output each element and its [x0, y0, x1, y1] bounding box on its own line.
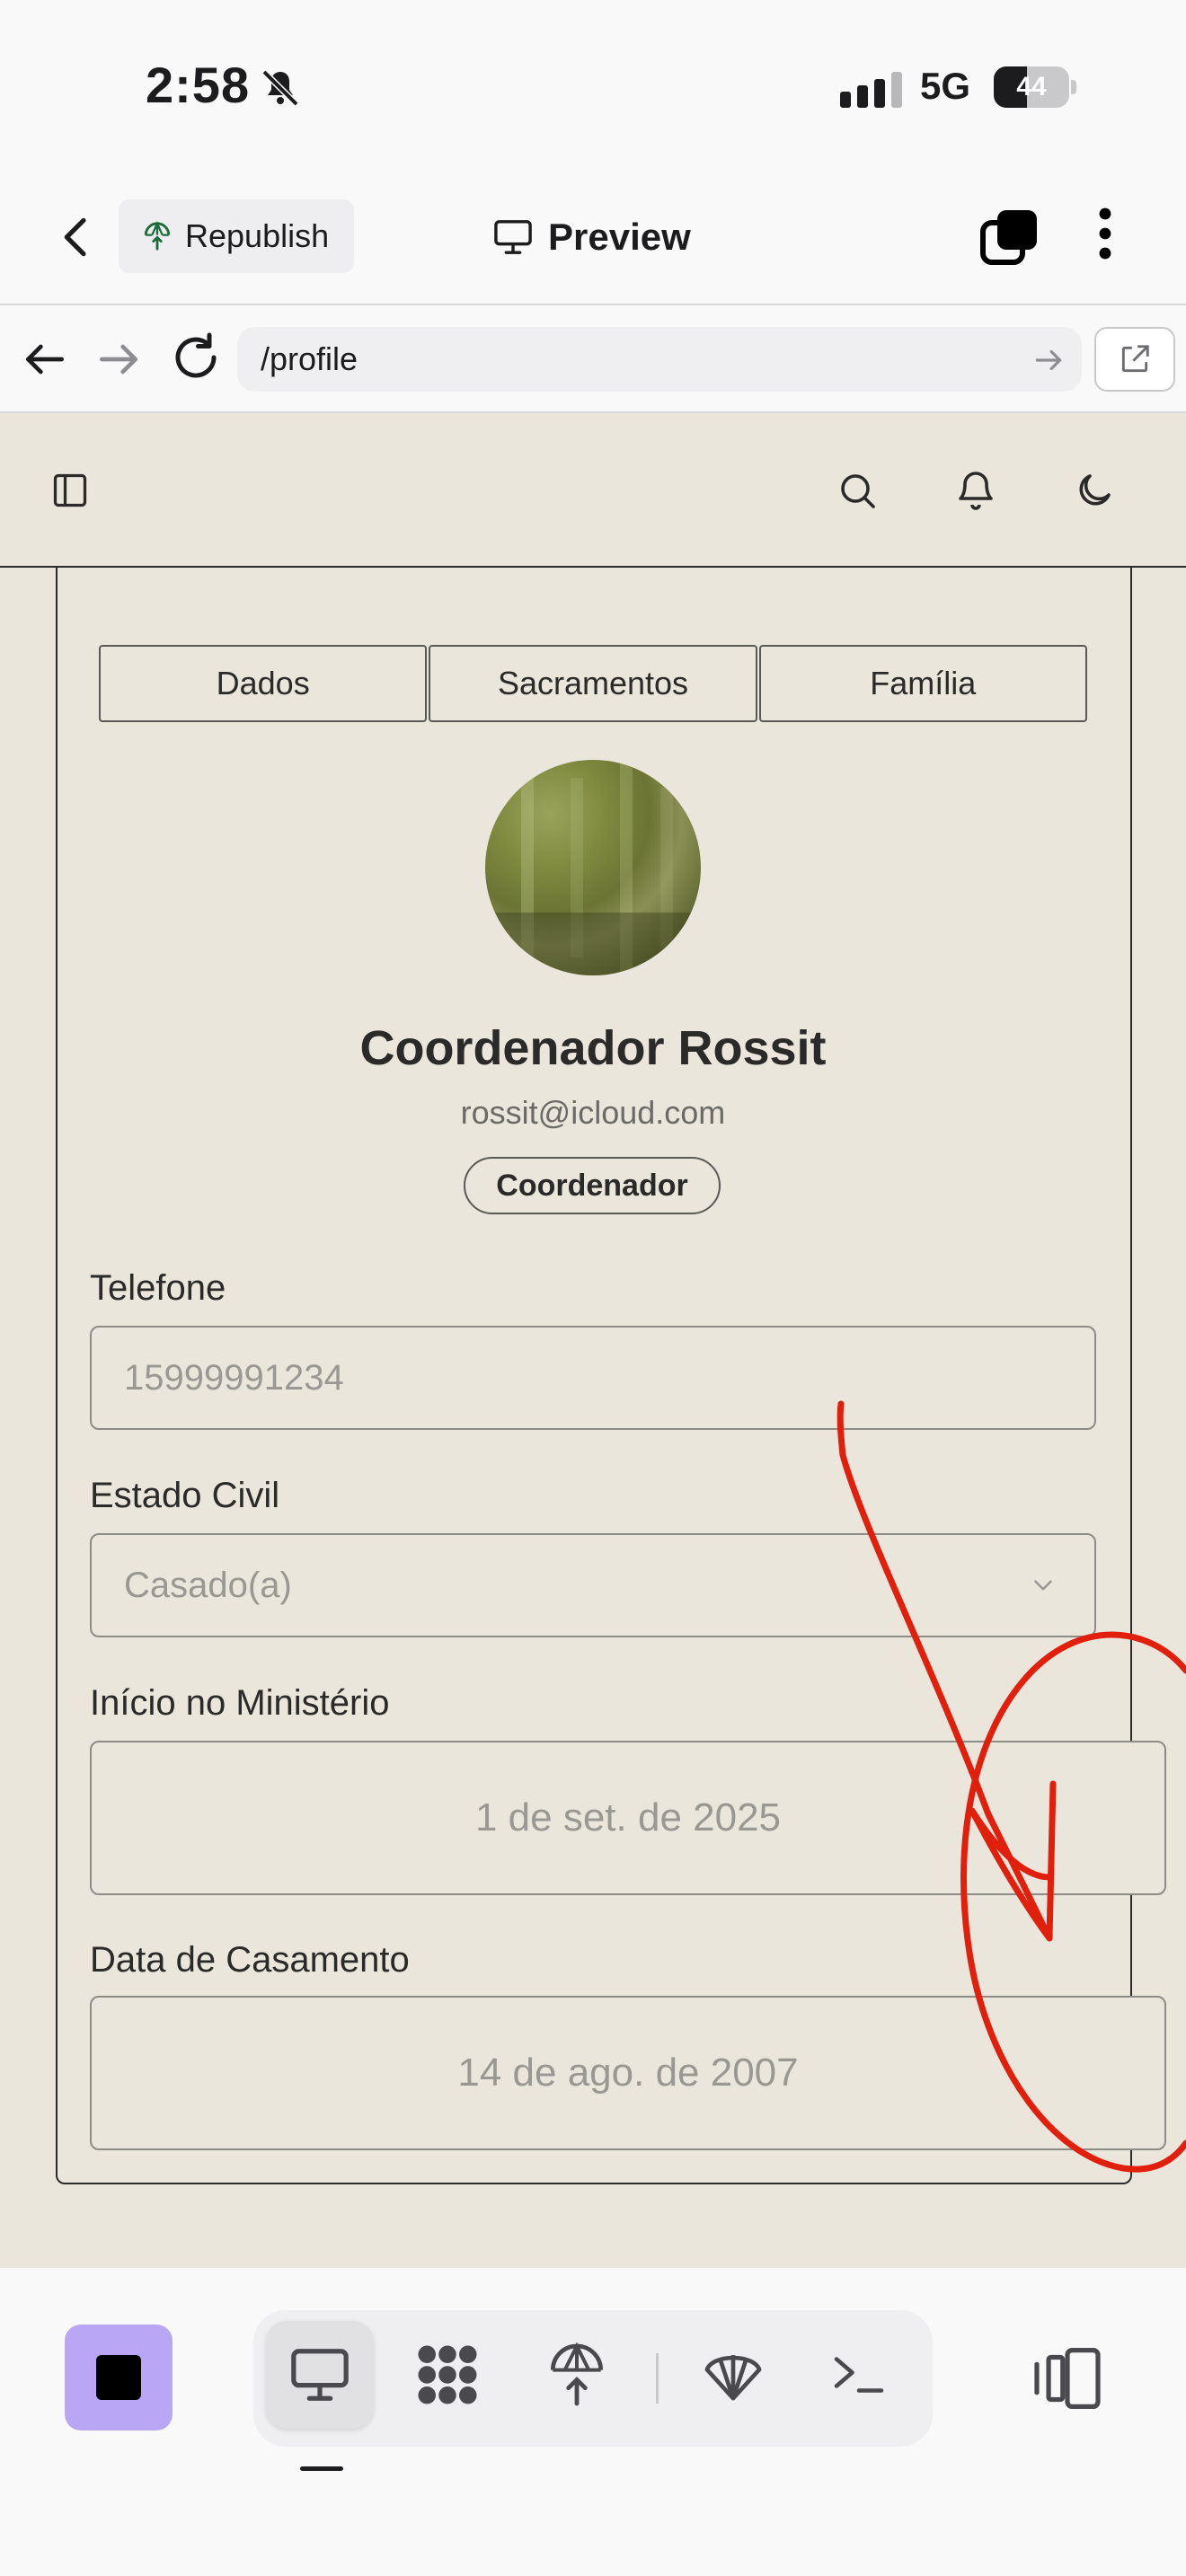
moon-icon[interactable] [1073, 469, 1116, 512]
bell-icon[interactable] [954, 467, 997, 512]
search-icon[interactable] [836, 469, 879, 512]
profile-tabs: Dados Sacramentos Família [99, 645, 1087, 722]
devices-icon[interactable] [1031, 2348, 1103, 2409]
tab-dados[interactable]: Dados [99, 645, 428, 722]
signal-icon [840, 72, 902, 108]
republish-icon [144, 221, 171, 251]
phone-value: 15999991234 [124, 1357, 344, 1398]
civil-status-value: Casado(a) [124, 1565, 292, 1605]
grid-icon [418, 2345, 477, 2404]
deploy-tool-button[interactable] [523, 2321, 631, 2429]
phone-field[interactable]: 15999991234 [90, 1326, 1096, 1430]
divider [0, 304, 1186, 305]
stop-button[interactable] [65, 2325, 173, 2430]
avatar[interactable] [485, 760, 701, 975]
stop-icon [96, 2355, 141, 2400]
url-text: /profile [261, 340, 358, 377]
profile-name: Coordenador Rossit [359, 1021, 827, 1075]
back-icon[interactable] [52, 212, 102, 262]
terminal-icon [834, 2357, 884, 2393]
active-tool-indicator [300, 2466, 343, 2471]
profile-email: rossit@icloud.com [460, 1094, 726, 1131]
civil-status-select[interactable]: Casado(a) [90, 1533, 1096, 1637]
phone-label: Telefone [90, 1268, 226, 1308]
apps-tool-button[interactable] [394, 2321, 501, 2429]
ministry-start-label: Início no Ministério [90, 1683, 390, 1723]
shell-icon [704, 2355, 762, 2401]
role-badge: Coordenador [464, 1157, 721, 1214]
desktop-icon [494, 220, 532, 254]
bell-muted-icon [261, 69, 299, 107]
arrow-left-icon[interactable] [20, 334, 70, 384]
network-type: 5G [920, 65, 971, 107]
ministry-start-date-field[interactable]: 1 de set. de 2025 [90, 1741, 1166, 1895]
civil-status-label: Estado Civil [90, 1476, 280, 1515]
terminal-tool-button[interactable] [805, 2321, 913, 2429]
wedding-date-label: Data de Casamento [90, 1940, 410, 1980]
tabs-icon[interactable] [979, 208, 1039, 266]
tab-sacramentos[interactable]: Sacramentos [429, 645, 757, 722]
republish-label: Republish [185, 217, 330, 254]
tab-familia[interactable]: Família [758, 645, 1087, 722]
go-arrow-icon[interactable] [1031, 343, 1066, 377]
ministry-start-value: 1 de set. de 2025 [474, 1795, 782, 1839]
wedding-date-value: 14 de ago. de 2007 [457, 2051, 799, 2095]
sidebar-icon[interactable] [50, 471, 90, 510]
deploy-icon [550, 2342, 604, 2406]
preview-label: Preview [548, 216, 691, 258]
url-input[interactable]: /profile [237, 327, 1082, 392]
battery-level: 44 [1016, 72, 1047, 101]
status-time: 2:58 [146, 57, 251, 113]
shell-tool-button[interactable] [679, 2321, 787, 2429]
toolbar-separator [656, 2353, 659, 2404]
preview-title[interactable]: Preview [492, 208, 691, 266]
arrow-right-icon[interactable] [93, 334, 144, 384]
battery-indicator: 44 [994, 66, 1076, 108]
reload-icon[interactable] [169, 331, 223, 384]
wedding-date-field[interactable]: 14 de ago. de 2007 [90, 1996, 1166, 2150]
more-icon[interactable] [1089, 205, 1121, 262]
republish-button[interactable]: Republish [119, 199, 354, 273]
desktop-icon [291, 2349, 349, 2401]
open-external-icon [1121, 345, 1149, 373]
tool-group [253, 2310, 933, 2447]
chevron-down-icon [1034, 1580, 1052, 1591]
preview-tool-button[interactable] [266, 2321, 374, 2429]
open-external-button[interactable] [1094, 327, 1175, 392]
